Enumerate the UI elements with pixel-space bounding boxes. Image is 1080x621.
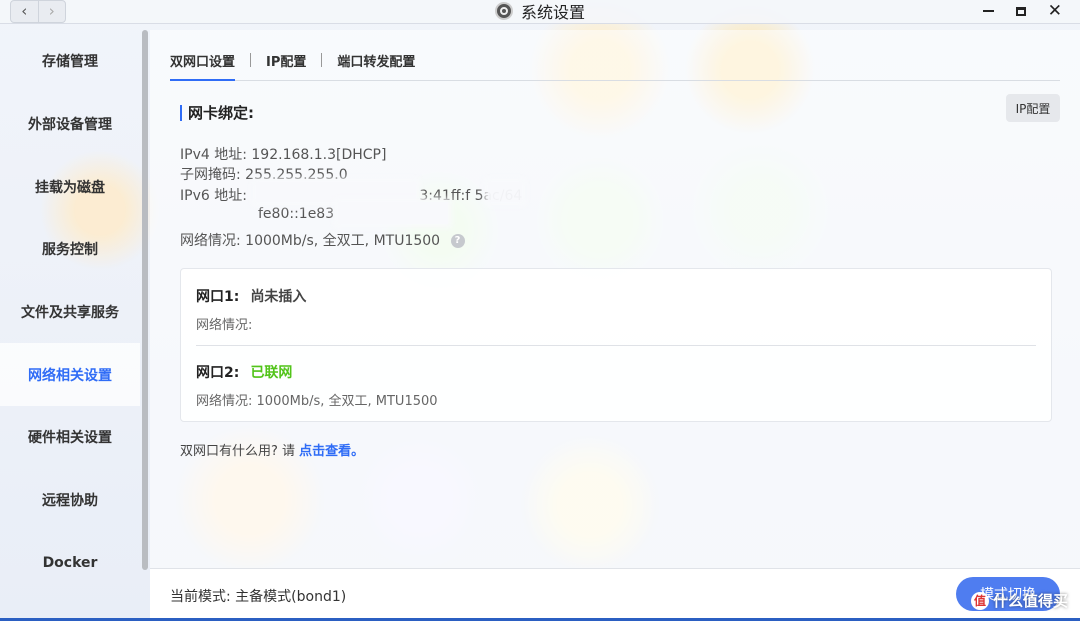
help-line: 双网口有什么用? 请 点击查看。 — [180, 440, 364, 459]
redaction-blur — [488, 182, 522, 202]
watermark: 值 什么值得买 — [970, 590, 1068, 611]
window-title-group: 系统设置 — [0, 0, 1080, 22]
ipv6-label: IPv6 地址: — [180, 188, 247, 204]
sidebar-item-remote-assist[interactable]: 远程协助 — [0, 469, 140, 532]
port-1: 网口1: 尚未插入 网络情况: — [196, 286, 306, 333]
subnet-mask-label: 子网掩码: — [180, 167, 241, 183]
help-icon[interactable]: ? — [450, 234, 465, 248]
sidebar: 存储管理 外部设备管理 挂载为磁盘 服务控制 文件及共享服务 网络相关设置 硬件… — [0, 30, 140, 621]
sidebar-item-docker[interactable]: Docker — [0, 532, 140, 595]
section-title: 网卡绑定: — [180, 102, 254, 123]
tab-divider — [321, 53, 323, 67]
ipv6-row-2: fe80::1e83 — [258, 206, 334, 222]
ipv4-label: IPv4 地址: — [180, 147, 247, 163]
sidebar-item-network[interactable]: 网络相关设置 — [0, 343, 140, 407]
footer-bar: 当前模式: 主备模式(bond1) 模式切换 — [150, 568, 1080, 621]
tab-ip-config[interactable]: IP配置 — [266, 40, 306, 80]
subnet-mask-row: 子网掩码: 255.255.255.0 — [180, 164, 348, 184]
ipv4-row: IPv4 地址: 192.168.1.3[DHCP] — [180, 144, 386, 164]
port-2: 网口2: 已联网 网络情况: 1000Mb/s, 全双工, MTU1500 — [196, 362, 438, 409]
port-1-detail: 网络情况: — [196, 314, 306, 333]
port-2-status: 已联网 — [250, 365, 293, 381]
help-link[interactable]: 点击查看。 — [299, 444, 364, 459]
current-mode-text: 当前模式: 主备模式(bond1) — [170, 589, 347, 605]
port-1-status: 尚未插入 — [250, 289, 307, 305]
network-status-label: 网络情况: — [180, 233, 241, 249]
redaction-blur — [256, 182, 416, 202]
ipv4-value: 192.168.1.3[DHCP] — [251, 147, 387, 163]
ports-divider — [196, 345, 1036, 346]
main-panel: 双网口设置 IP配置 端口转发配置 网卡绑定: IP配置 IPv4 地址: 19… — [150, 30, 1080, 621]
port-2-detail: 网络情况: 1000Mb/s, 全双工, MTU1500 — [196, 390, 438, 409]
port-2-detail-value: 1000Mb/s, 全双工, MTU1500 — [256, 394, 438, 409]
tab-port-forwarding[interactable]: 端口转发配置 — [337, 40, 415, 80]
watermark-logo-icon: 值 — [970, 591, 989, 610]
ports-card: 网口1: 尚未插入 网络情况: 网口2: 已联网 网络情况: 1000Mb/s,… — [180, 268, 1052, 422]
watermark-text: 什么值得买 — [992, 592, 1068, 610]
sidebar-item-service-control[interactable]: 服务控制 — [0, 218, 140, 281]
network-status-value: 1000Mb/s, 全双工, MTU1500 — [245, 233, 441, 249]
ipv6-value-2: fe80::1e83 — [258, 206, 335, 222]
port-2-detail-label: 网络情况: — [196, 394, 253, 409]
subnet-mask-value: 255.255.255.0 — [245, 167, 348, 183]
window-controls: ✕ — [982, 0, 1062, 22]
port-1-detail-label: 网络情况: — [196, 318, 253, 333]
help-text: 双网口有什么用? 请 — [180, 444, 300, 459]
redaction-blur — [338, 202, 448, 224]
ip-config-button[interactable]: IP配置 — [1006, 94, 1060, 122]
tab-bar: 双网口设置 IP配置 端口转发配置 — [170, 40, 1060, 81]
sidebar-item-external-devices[interactable]: 外部设备管理 — [0, 93, 140, 156]
section-title-text: 网卡绑定: — [188, 104, 254, 122]
sidebar-item-mount-disk[interactable]: 挂载为磁盘 — [0, 155, 140, 218]
section-accent-bar — [180, 104, 182, 121]
sidebar-item-file-sharing[interactable]: 文件及共享服务 — [0, 281, 140, 344]
port-1-name: 网口1: — [196, 289, 240, 305]
window-title: 系统设置 — [520, 3, 585, 22]
network-status-row: 网络情况: 1000Mb/s, 全双工, MTU1500 ? — [180, 230, 465, 250]
maximize-icon[interactable] — [1015, 6, 1026, 16]
close-icon[interactable]: ✕ — [1048, 2, 1062, 20]
sidebar-item-storage[interactable]: 存储管理 — [0, 30, 140, 93]
sidebar-item-hardware[interactable]: 硬件相关设置 — [0, 406, 140, 469]
settings-app-icon — [494, 2, 513, 20]
minimize-icon[interactable] — [982, 10, 994, 12]
tab-divider — [250, 53, 252, 67]
sidebar-scrollbar[interactable] — [142, 30, 148, 570]
title-bar: ‹ › 系统设置 ✕ — [0, 0, 1080, 24]
tab-dual-port[interactable]: 双网口设置 — [170, 40, 236, 81]
port-2-name: 网口2: — [196, 365, 240, 381]
